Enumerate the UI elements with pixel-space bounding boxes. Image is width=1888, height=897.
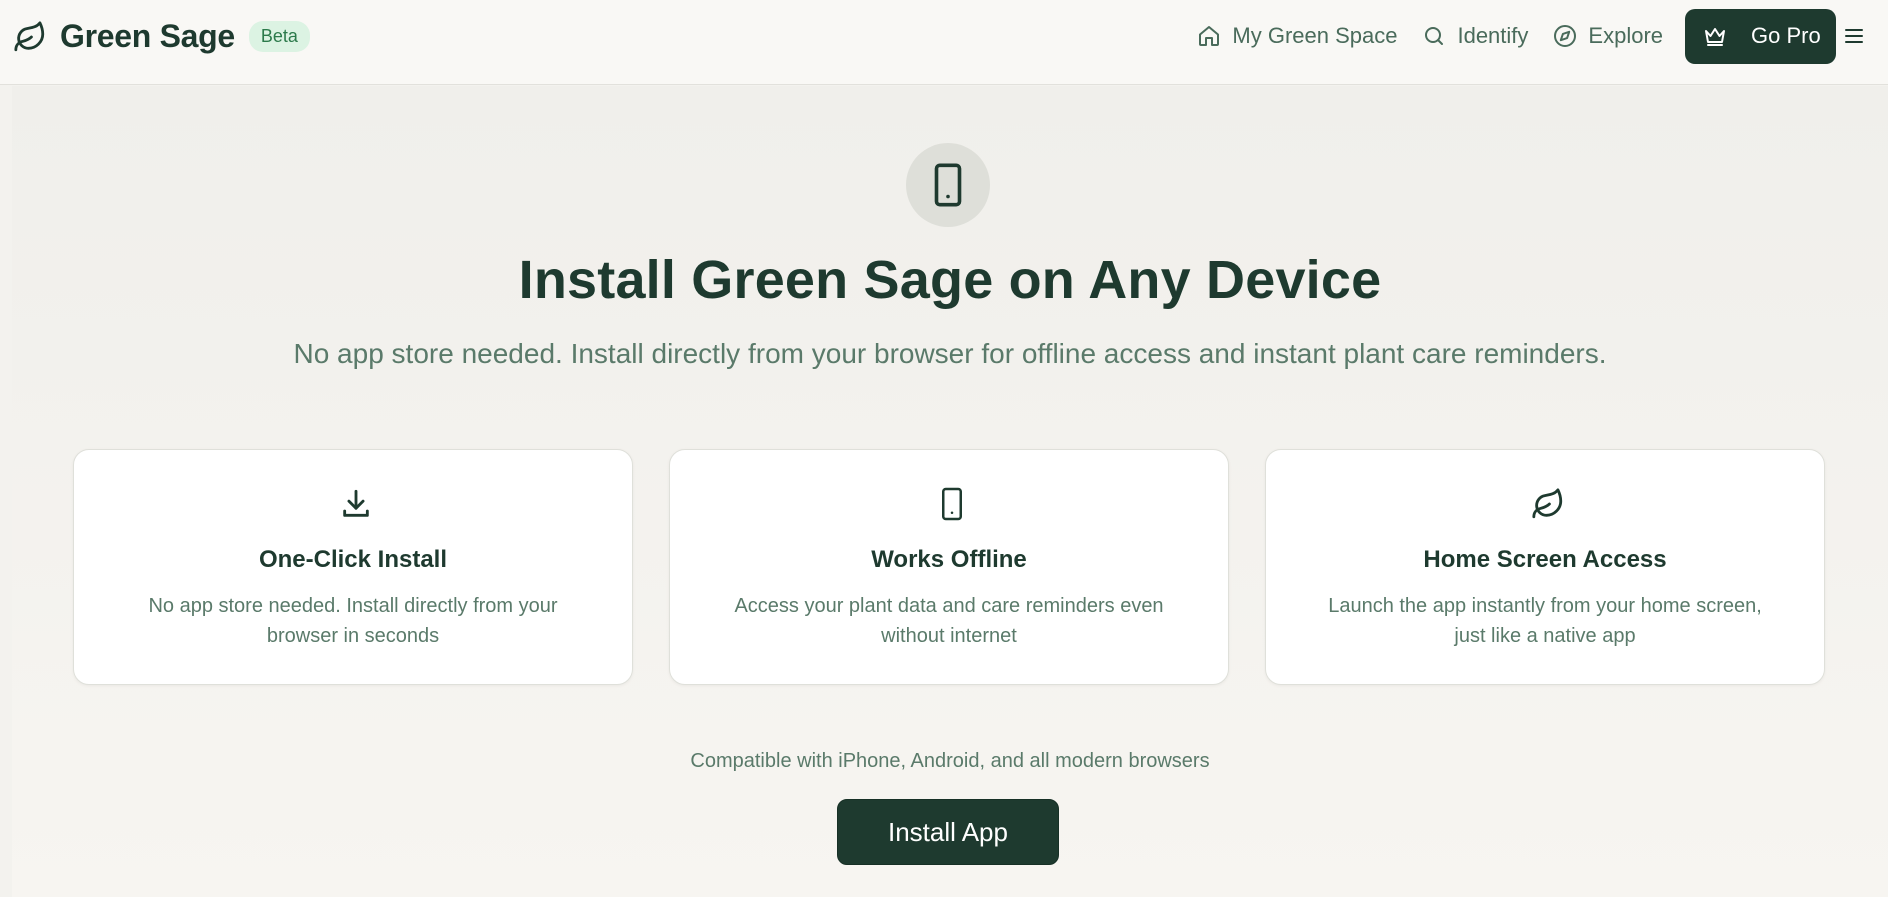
crown-icon: [1703, 23, 1729, 49]
nav-label: Identify: [1457, 23, 1529, 48]
leaf-icon: [12, 19, 48, 55]
leaf-icon: [1530, 486, 1566, 522]
smartphone-icon: [934, 486, 970, 522]
install-page: Install Green Sage on Any Device No app …: [12, 86, 1888, 897]
home-icon: [1196, 23, 1222, 49]
top-header: Green Sage Beta My Green Space Identify: [0, 0, 1888, 85]
feature-description: Launch the app instantly from your home …: [1328, 595, 1762, 647]
beta-badge: Beta: [248, 21, 310, 52]
smartphone-icon: [906, 143, 990, 227]
hamburger-menu-icon[interactable]: [1842, 24, 1866, 48]
nav-label: Explore: [1588, 23, 1663, 48]
go-pro-button[interactable]: Go Pro: [1685, 8, 1836, 64]
nav-label: My Green Space: [1232, 23, 1398, 48]
compatibility-note: Compatible with iPhone, Android, and all…: [690, 750, 1210, 772]
brand-logo-link[interactable]: Green Sage Beta: [12, 18, 310, 55]
install-app-button[interactable]: Install App: [837, 799, 1059, 865]
feature-title: One-Click Install: [258, 546, 448, 573]
feature-title: Works Offline: [871, 546, 1027, 573]
feature-card-works-offline: Works Offline Access your plant data and…: [669, 449, 1229, 685]
feature-description: No app store needed. Install directly fr…: [148, 595, 558, 647]
main-nav: My Green Space Identify Explore Go Pro: [1196, 0, 1888, 72]
feature-description: Access your plant data and care reminder…: [734, 595, 1164, 647]
feature-title: Home Screen Access: [1423, 546, 1667, 573]
feature-card-one-click-install: One-Click Install No app store needed. I…: [73, 449, 633, 685]
go-pro-label: Go Pro: [1751, 23, 1821, 48]
feature-card-home-screen-access: Home Screen Access Launch the app instan…: [1265, 449, 1825, 685]
nav-explore[interactable]: Explore: [1552, 23, 1663, 49]
page-subtitle: No app store needed. Install directly fr…: [293, 338, 1607, 369]
compass-icon: [1552, 23, 1578, 49]
page-title: Install Green Sage on Any Device: [518, 250, 1382, 310]
brand-name: Green Sage: [60, 18, 235, 54]
nav-my-green-space[interactable]: My Green Space: [1196, 23, 1397, 49]
search-icon: [1421, 23, 1447, 49]
nav-identify[interactable]: Identify: [1421, 23, 1528, 49]
download-icon: [338, 486, 374, 522]
